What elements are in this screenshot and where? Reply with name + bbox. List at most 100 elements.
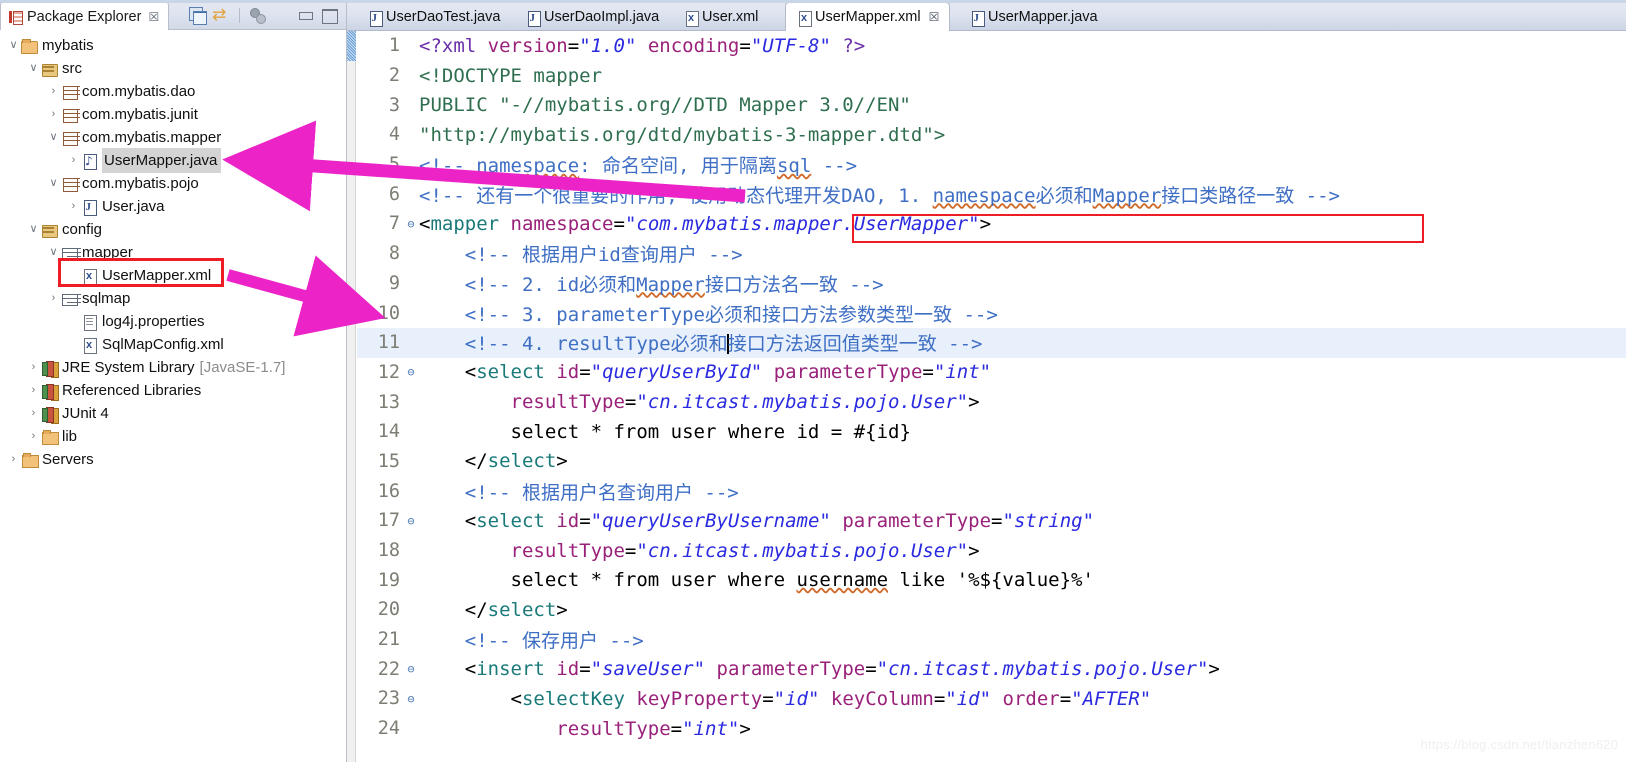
editor-tab-usermapper-xml[interactable]: UserMapper.xml ☒ (785, 2, 951, 32)
tree-item-referenced-libraries[interactable]: › Referenced Libraries (0, 379, 346, 402)
close-icon[interactable]: ☒ (929, 10, 940, 24)
mapperfolder-icon (61, 291, 78, 307)
javai-icon (81, 153, 98, 170)
collapsed-arrow-icon[interactable]: › (66, 149, 81, 172)
expanded-arrow-icon[interactable]: ∨ (6, 34, 21, 57)
tree-item-com-mybatis-mapper[interactable]: ∨ com.mybatis.mapper (0, 126, 346, 149)
code-line-19[interactable]: 19 select * from user where username lik… (357, 565, 1626, 595)
tree-item-com-mybatis-dao[interactable]: › com.mybatis.dao (0, 80, 346, 103)
code-line-16[interactable]: 16 <!-- 根据用户名查询用户 --> (357, 476, 1626, 506)
package-explorer-tab[interactable]: Package Explorer ☒ (0, 2, 170, 30)
tree-item-junit-4[interactable]: › JUnit 4 (0, 402, 346, 425)
code-line-10[interactable]: 10 <!-- 3. parameterType必须和接口方法参数类型一致 --… (357, 298, 1626, 328)
line-number: 23 (377, 688, 400, 710)
code-line-14[interactable]: 14 select * from user where id = #{id} (357, 417, 1626, 447)
code-line-9[interactable]: 9 <!-- 2. id必须和Mapper接口方法名一致 --> (357, 269, 1626, 299)
code-line-7[interactable]: 7 ⊖ <mapper namespace="com.mybatis.mapper.… (357, 209, 1626, 239)
tree-item-usermapper-java[interactable]: › UserMapper.java (0, 148, 346, 173)
code-line-17[interactable]: 17 ⊖ <select id="queryUserByUsername" par… (357, 506, 1626, 536)
tree-item-user-java[interactable]: › User.java (0, 195, 346, 218)
package-explorer-toolbar (187, 0, 340, 30)
code-line-23[interactable]: 23 ⊖ <selectKey keyProperty="id" keyColum… (357, 684, 1626, 714)
expanded-arrow-icon[interactable]: ∨ (46, 126, 61, 149)
tree-item-com-mybatis-junit[interactable]: › com.mybatis.junit (0, 103, 346, 126)
package-icon (61, 107, 78, 123)
code-line-5[interactable]: 5 <!-- namespace: 命名空间, 用于隔离sql --> (357, 150, 1626, 180)
collapsed-arrow-icon[interactable]: › (26, 425, 41, 448)
tree-item-sqlmapconfig-xml[interactable]: SqlMapConfig.xml (0, 333, 346, 356)
chevron-down-icon[interactable] (271, 5, 292, 26)
collapse-all-icon[interactable] (187, 5, 208, 26)
code-line-text: "http://mybatis.org/dtd/mybatis-3-mapper… (419, 123, 946, 146)
collapsed-arrow-icon[interactable]: › (26, 379, 41, 402)
editor-tab-user-xml[interactable]: User.xml (673, 3, 768, 31)
collapsed-arrow-icon[interactable]: › (6, 448, 21, 471)
line-number: 2 (388, 65, 400, 87)
code-text-area[interactable]: 1 <?xml version="1.0" encoding="UTF-8" ?>… (357, 31, 1626, 762)
tree-item-mybatis[interactable]: ∨ mybatis (0, 34, 346, 57)
code-line-text: <insert id="saveUser" parameterType="cn.… (464, 658, 1220, 681)
collapsed-arrow-icon[interactable]: › (46, 103, 61, 126)
collapsed-arrow-icon[interactable]: › (26, 402, 41, 425)
code-line-text: <!-- 保存用户 --> (464, 630, 644, 653)
editor-tab-userdaoimpl-java[interactable]: UserDaoImpl.java (515, 3, 669, 31)
expanded-arrow-icon[interactable]: ∨ (26, 57, 41, 80)
package-icon (61, 84, 78, 100)
code-line-21[interactable]: 21 <!-- 保存用户 --> (357, 625, 1626, 655)
annotation-ruler[interactable] (347, 31, 356, 762)
code-line-18[interactable]: 18 resultType="cn.itcast.mybatis.pojo.Us… (357, 536, 1626, 566)
tree-item-lib[interactable]: › lib (0, 425, 346, 448)
editor-tab-userdaotest-java[interactable]: UserDaoTest.java (357, 3, 510, 31)
collapsed-arrow-icon[interactable]: › (66, 195, 81, 218)
code-line-15[interactable]: 15 </select> (357, 447, 1626, 477)
code-line-12[interactable]: 12 ⊖ <select id="queryUserById" parameter… (357, 358, 1626, 388)
minimize-icon[interactable] (295, 5, 316, 26)
fold-toggle-icon[interactable]: ⊖ (403, 218, 419, 230)
tree-item-usermapper-xml[interactable]: UserMapper.xml (0, 264, 346, 287)
fold-toggle-icon[interactable]: ⊖ (403, 663, 419, 675)
xml-file-icon (683, 10, 699, 27)
view-menu-icon[interactable] (247, 5, 268, 26)
tree-item-mapper[interactable]: ∨ mapper (0, 241, 346, 264)
collapsed-arrow-icon[interactable]: › (46, 80, 61, 103)
link-with-editor-icon[interactable] (211, 5, 232, 26)
collapsed-arrow-icon[interactable]: › (26, 356, 41, 379)
line-number: 15 (377, 450, 400, 472)
tree-item-com-mybatis-pojo[interactable]: ∨ com.mybatis.pojo (0, 172, 346, 195)
editor-tab-usermapper-java[interactable]: UserMapper.java (959, 3, 1108, 31)
tree-item-log4j-properties[interactable]: log4j.properties (0, 310, 346, 333)
fold-toggle-icon[interactable]: ⊖ (403, 693, 419, 705)
package-explorer-titlebar: Package Explorer ☒ (0, 0, 346, 30)
fold-toggle-icon[interactable]: ⊖ (403, 515, 419, 527)
code-line-6[interactable]: 6 <!-- 还有一个很重要的作用, 使用动态代理开发DAO, 1. namesp… (357, 179, 1626, 209)
line-number: 11 (377, 332, 400, 354)
code-line-2[interactable]: 2 <!DOCTYPE mapper (357, 61, 1626, 91)
code-line-8[interactable]: 8 <!-- 根据用户id查询用户 --> (357, 239, 1626, 269)
line-number: 9 (388, 272, 400, 294)
collapsed-arrow-icon[interactable]: › (46, 287, 61, 310)
expanded-arrow-icon[interactable]: ∨ (46, 172, 61, 195)
code-line-20[interactable]: 20 </select> (357, 595, 1626, 625)
code-line-1[interactable]: 1 <?xml version="1.0" encoding="UTF-8" ?> (357, 31, 1626, 61)
tree-item-src[interactable]: ∨ src (0, 57, 346, 80)
code-line-text: <!-- 还有一个很重要的作用, 使用动态代理开发DAO, 1. namespa… (419, 184, 1340, 207)
close-icon[interactable]: ☒ (148, 11, 159, 23)
code-line-13[interactable]: 13 resultType="cn.itcast.mybatis.pojo.Us… (357, 387, 1626, 417)
package-explorer-title: Package Explorer (27, 8, 142, 25)
tree-item-config[interactable]: ∨ config (0, 218, 346, 241)
code-line-22[interactable]: 22 ⊖ <insert id="saveUser" parameterType=… (357, 654, 1626, 684)
maximize-icon[interactable] (319, 5, 340, 26)
code-line-4[interactable]: 4 "http://mybatis.org/dtd/mybatis-3-mappe… (357, 120, 1626, 150)
tree-item-label: com.mybatis.junit (82, 106, 198, 123)
tree-item-label: com.mybatis.pojo (82, 175, 199, 192)
code-line-text: <mapper namespace="com.mybatis.mapper.Us… (419, 212, 992, 235)
expanded-arrow-icon[interactable]: ∨ (26, 218, 41, 241)
tree-item-servers[interactable]: › Servers (0, 448, 346, 471)
fold-toggle-icon[interactable]: ⊖ (403, 366, 419, 378)
line-number: 22 (377, 658, 400, 680)
tree-item-jre-system-library[interactable]: › JRE System Library [JavaSE-1.7] (0, 356, 346, 379)
code-line-3[interactable]: 3 PUBLIC "-//mybatis.org//DTD Mapper 3.0/… (357, 90, 1626, 120)
expanded-arrow-icon[interactable]: ∨ (46, 241, 61, 264)
tree-item-sqlmap[interactable]: › sqlmap (0, 287, 346, 310)
code-line-11[interactable]: 11 <!-- 4. resultType必须和接口方法返回值类型一致 --> (357, 327, 1626, 358)
